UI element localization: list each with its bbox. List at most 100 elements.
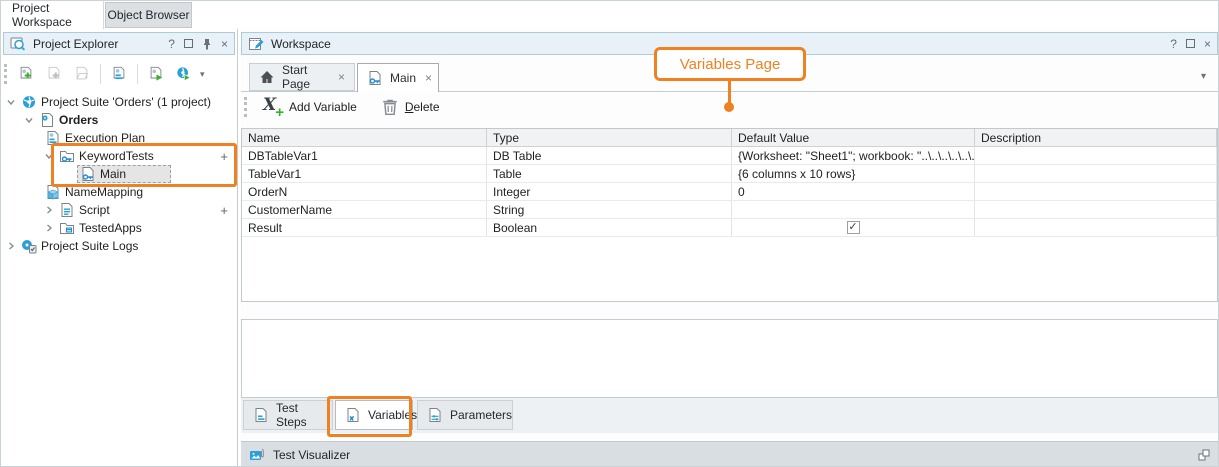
close-tab-icon[interactable]: × xyxy=(338,70,345,84)
tree-item-label: NameMapping xyxy=(65,185,143,199)
tab-main[interactable]: Main × xyxy=(357,63,439,92)
tree-item-label: Orders xyxy=(59,113,98,127)
tree-item-orders[interactable]: Orders xyxy=(1,111,236,129)
tree-item-testedapps[interactable]: TestedApps xyxy=(1,219,236,237)
column-header-name[interactable]: Name xyxy=(242,129,487,146)
cell-description[interactable] xyxy=(975,183,1217,200)
column-header-description[interactable]: Description xyxy=(975,129,1217,146)
workspace-icon xyxy=(248,36,264,52)
tab-parameters[interactable]: Parameters xyxy=(417,400,513,430)
tree-item-keywordtests[interactable]: KeywordTests + xyxy=(1,147,236,165)
editor-bottom-tab-strip: Test Steps Variables Parameters xyxy=(241,398,1219,433)
cell-type[interactable]: Table xyxy=(487,165,732,182)
column-header-default-value[interactable]: Default Value xyxy=(732,129,975,146)
pin-icon[interactable] xyxy=(202,38,212,50)
add-child-button[interactable]: + xyxy=(220,150,228,163)
tree-item-project-suite[interactable]: Project Suite 'Orders' (1 project) xyxy=(1,93,236,111)
cell-type[interactable]: DB Table xyxy=(487,147,732,164)
tree-item-label: Project Suite Logs xyxy=(41,239,138,253)
cell-name[interactable]: CustomerName xyxy=(242,201,487,218)
column-header-type[interactable]: Type xyxy=(487,129,732,146)
delete-button[interactable]: Delete xyxy=(377,96,444,118)
close-icon[interactable]: × xyxy=(1204,37,1211,51)
open-file-button[interactable] xyxy=(69,61,95,87)
script-icon xyxy=(59,202,75,218)
cell-default-value[interactable]: {6 columns x 10 rows} xyxy=(732,165,975,182)
tab-label: Parameters xyxy=(450,408,512,422)
cell-description[interactable] xyxy=(975,219,1217,236)
help-icon[interactable]: ? xyxy=(168,37,175,51)
cell-default-value[interactable] xyxy=(732,201,975,218)
callout-stem xyxy=(728,80,731,104)
cell-default-value[interactable]: {Worksheet: "Sheet1"; workbook: "..\..\.… xyxy=(732,147,975,164)
chevron-down-icon[interactable] xyxy=(23,114,35,126)
tree-item-project-suite-logs[interactable]: Project Suite Logs xyxy=(1,237,236,255)
chevron-down-icon[interactable] xyxy=(43,150,55,162)
tab-project-workspace[interactable]: Project Workspace xyxy=(1,1,104,29)
tested-apps-icon xyxy=(59,220,75,236)
chevron-right-icon[interactable] xyxy=(43,204,55,216)
cell-default-value[interactable]: ✓ xyxy=(732,219,975,236)
variable-row[interactable]: Result Boolean ✓ xyxy=(242,219,1217,237)
variable-row[interactable]: DBTableVar1 DB Table {Worksheet: "Sheet1… xyxy=(242,147,1217,165)
close-tab-icon[interactable]: × xyxy=(425,71,432,85)
tree-item-label: Main xyxy=(100,167,126,181)
variable-row[interactable]: CustomerName String xyxy=(242,201,1217,219)
help-icon[interactable]: ? xyxy=(1170,37,1177,51)
close-icon[interactable]: × xyxy=(221,37,228,51)
run-project-button[interactable] xyxy=(143,61,169,87)
home-icon xyxy=(259,69,275,85)
tab-variables[interactable]: Variables xyxy=(335,400,413,430)
add-variable-button[interactable]: X+ Add Variable xyxy=(257,95,361,119)
organize-execution-plan-button[interactable] xyxy=(106,61,132,87)
maximize-icon[interactable] xyxy=(184,39,193,48)
checkbox-checked[interactable]: ✓ xyxy=(847,221,860,234)
keyword-tests-folder-icon xyxy=(59,148,75,164)
tab-start-page[interactable]: Start Page × xyxy=(249,63,355,91)
cell-name[interactable]: OrderN xyxy=(242,183,487,200)
testcomplete-window: Project Workspace Object Browser Project… xyxy=(0,0,1219,467)
tree-item-execution-plan[interactable]: Execution Plan xyxy=(1,129,236,147)
cell-type[interactable]: Integer xyxy=(487,183,732,200)
tree-item-label: KeywordTests xyxy=(79,149,154,163)
chevron-right-icon[interactable] xyxy=(43,222,55,234)
new-file-button[interactable] xyxy=(41,61,67,87)
run-dropdown-caret[interactable]: ▾ xyxy=(200,69,205,80)
tab-list-caret[interactable]: ▾ xyxy=(1201,71,1206,82)
selected-row-highlight: Main xyxy=(77,165,171,183)
toolbar-grip[interactable] xyxy=(4,64,7,84)
cell-name[interactable]: DBTableVar1 xyxy=(242,147,487,164)
parameters-icon xyxy=(427,407,443,423)
tab-label: Variables xyxy=(368,408,417,422)
tree-item-main[interactable]: Main xyxy=(1,165,236,183)
test-visualizer-bar[interactable]: Test Visualizer xyxy=(241,441,1219,467)
cell-type[interactable]: Boolean xyxy=(487,219,732,236)
tab-test-steps[interactable]: Test Steps xyxy=(243,400,333,430)
variable-row[interactable]: OrderN Integer 0 xyxy=(242,183,1217,201)
run-project-suite-button[interactable] xyxy=(171,61,197,87)
chevron-right-icon[interactable] xyxy=(5,240,17,252)
cell-type[interactable]: String xyxy=(487,201,732,218)
callout-label: Variables Page xyxy=(680,56,781,73)
tree-item-namemapping[interactable]: NameMapping xyxy=(1,183,236,201)
chevron-down-icon[interactable] xyxy=(5,96,17,108)
add-new-item-button[interactable] xyxy=(13,61,39,87)
callout-dot xyxy=(724,102,734,112)
cell-description[interactable] xyxy=(975,165,1217,182)
maximize-icon[interactable] xyxy=(1186,39,1195,48)
cell-default-value[interactable]: 0 xyxy=(732,183,975,200)
toolbar-grip[interactable] xyxy=(244,97,247,117)
variable-row[interactable]: TableVar1 Table {6 columns x 10 rows} xyxy=(242,165,1217,183)
execution-plan-icon xyxy=(45,130,61,146)
tree-item-script[interactable]: Script + xyxy=(1,201,236,219)
cell-description[interactable] xyxy=(975,201,1217,218)
dock-icon[interactable] xyxy=(1197,448,1211,462)
execution-plan-icon xyxy=(111,66,127,82)
add-child-button[interactable]: + xyxy=(220,204,228,217)
cell-description[interactable] xyxy=(975,147,1217,164)
test-steps-icon xyxy=(253,407,269,423)
cell-name[interactable]: Result xyxy=(242,219,487,236)
tab-object-browser[interactable]: Object Browser xyxy=(105,2,192,28)
test-visualizer-icon xyxy=(249,447,265,463)
cell-name[interactable]: TableVar1 xyxy=(242,165,487,182)
